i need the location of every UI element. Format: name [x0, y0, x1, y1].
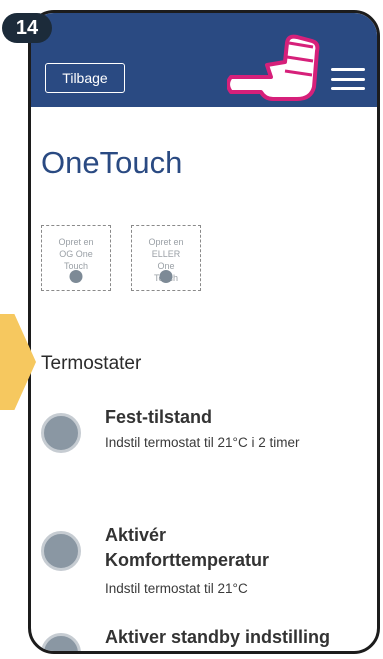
create-or-onetouch-button[interactable]: Opret en ELLER One Touch	[131, 225, 201, 291]
page-title: OneTouch	[41, 145, 183, 180]
step-badge: 14	[2, 13, 52, 43]
item-title: Aktivér Komforttemperatur	[105, 523, 269, 573]
back-button-label: Tilbage	[62, 70, 108, 86]
phone-frame: Tilbage OneTouch Opret en OG One Touch O…	[28, 10, 380, 654]
item-desc: Indstil termostat til 21°C i 2 timer	[105, 435, 300, 450]
section-title: Termostater	[41, 353, 142, 374]
hand-pointer-icon	[227, 34, 320, 101]
item-title: Fest-tilstand	[105, 407, 213, 427]
card-line: OG One	[59, 249, 93, 259]
item-desc: Indstil termostat til 21°C	[105, 581, 248, 596]
card-line: ELLER	[151, 249, 181, 259]
item-title-line: Aktivér	[105, 525, 167, 545]
toggle-circle-icon[interactable]	[41, 633, 81, 651]
item-title-line: Komforttemperatur	[105, 550, 270, 570]
plus-circle-icon	[69, 270, 83, 283]
hamburger-menu-icon[interactable]	[331, 68, 365, 90]
plus-circle-icon	[159, 270, 173, 283]
toggle-circle-icon[interactable]	[41, 413, 81, 453]
app-header: Tilbage	[31, 13, 377, 107]
create-and-onetouch-button[interactable]: Opret en OG One Touch	[41, 225, 111, 291]
back-button[interactable]: Tilbage	[45, 63, 125, 93]
card-line: Opret en	[148, 237, 184, 247]
step-number: 14	[15, 16, 39, 39]
card-line: Opret en	[58, 237, 94, 247]
toggle-circle-icon[interactable]	[41, 531, 81, 571]
item-title: Aktiver standby indstilling	[105, 627, 331, 647]
